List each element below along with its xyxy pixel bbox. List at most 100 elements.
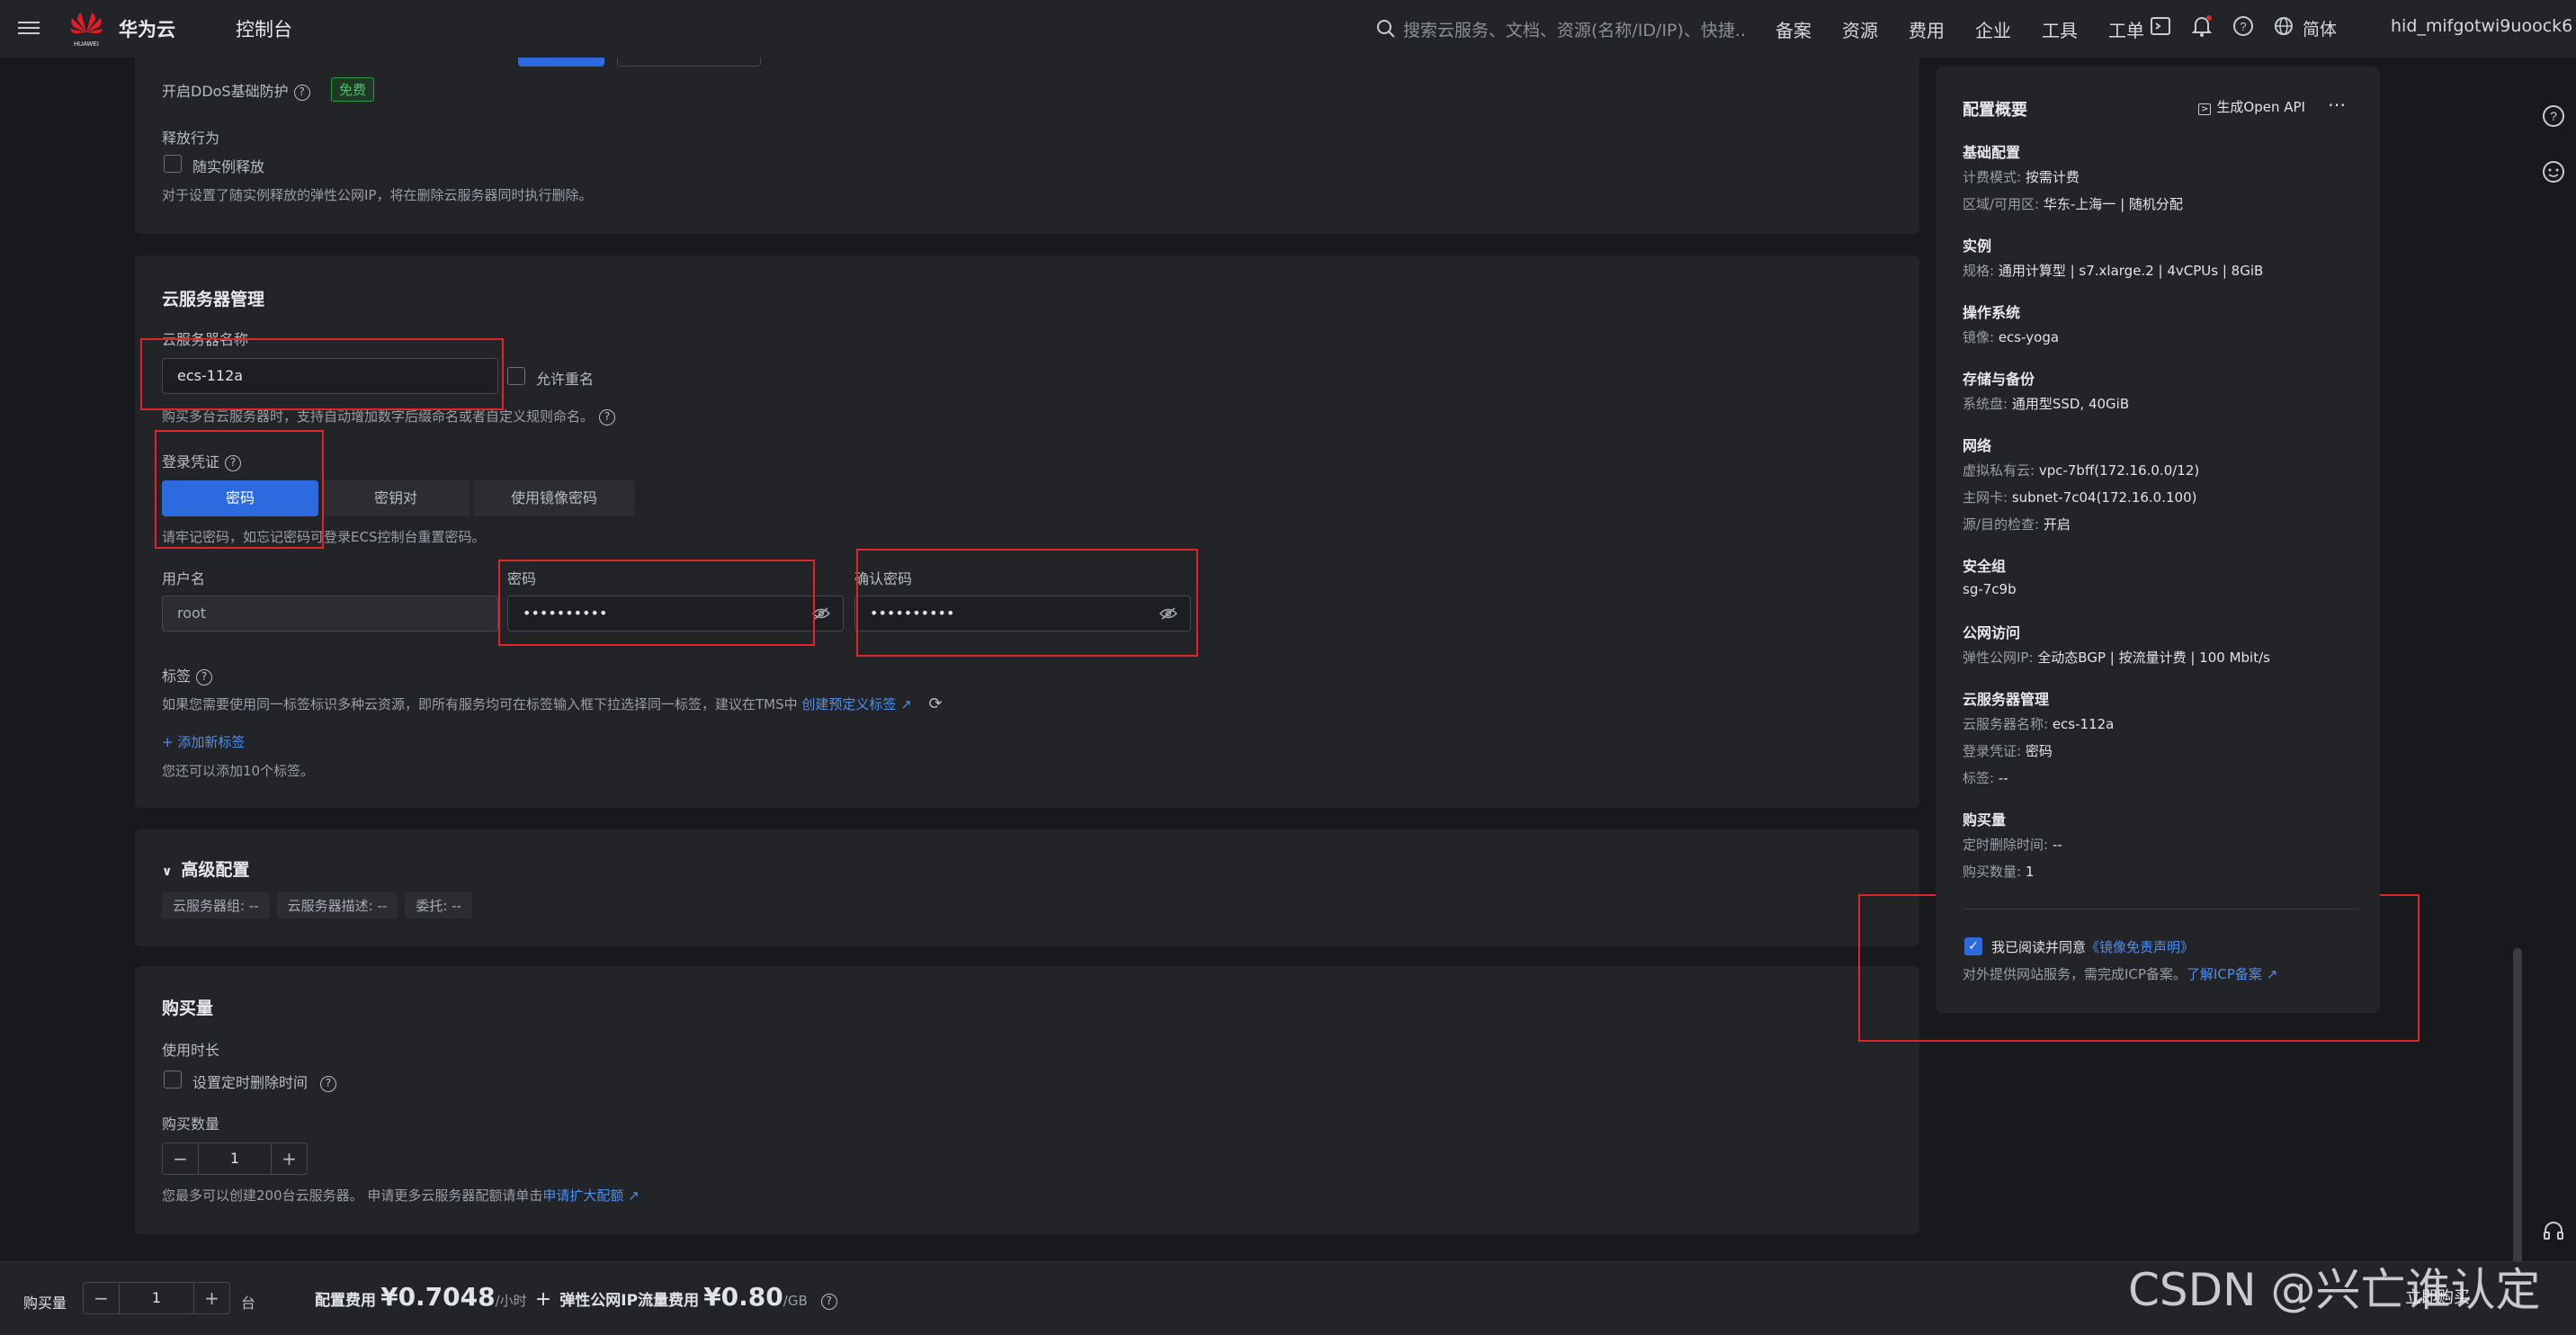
summary-purchase-title: 购买量	[1963, 811, 2007, 829]
globe-icon[interactable]	[2274, 16, 2294, 36]
plus-sign: +	[534, 1288, 552, 1311]
help-icon[interactable]: ?	[320, 1075, 337, 1092]
summary-instance-title: 实例	[1963, 237, 1992, 255]
tag-label: 标签?	[162, 664, 213, 685]
summary-row: 登录凭证: 密码	[1963, 743, 2053, 759]
server-mgmt-title: 云服务器管理	[162, 290, 265, 309]
free-badge: 免费	[331, 77, 375, 102]
svg-text:HUAWEI: HUAWEI	[74, 41, 99, 48]
disclaimer-link[interactable]: 《镜像免责声明》	[2086, 939, 2194, 955]
advanced-toggle[interactable]: ∨ 高级配置	[162, 856, 249, 881]
bell-icon[interactable]	[2191, 14, 2213, 38]
summary-row: 规格: 通用计算型 | s7.xlarge.2 | 4vCPUs | 8GiB	[1963, 263, 2264, 279]
allow-duplicate-label: 允许重名	[536, 371, 595, 388]
advanced-summary-tags: 云服务器组: -- 云服务器描述: -- 委托: --	[162, 892, 479, 918]
summary-row: 购买数量: 1	[1963, 864, 2035, 880]
terminal-icon[interactable]	[2150, 15, 2171, 37]
summary-row: 云服务器名称: ecs-112a	[1963, 716, 2115, 732]
eye-off-icon[interactable]	[812, 607, 830, 620]
help-icon[interactable]: ?	[599, 408, 616, 426]
plus-icon: +	[162, 734, 178, 750]
eip-fee-label: 弹性公网IP流量费用	[559, 1292, 700, 1310]
ddos-label: 开启DDoS基础防护?	[162, 79, 310, 101]
bottom-unit: 台	[241, 1295, 256, 1312]
feedback-icon[interactable]	[2542, 160, 2565, 184]
annotation-credential	[155, 430, 324, 549]
bottom-qty-stepper: − 1 +	[83, 1282, 230, 1314]
help-icon[interactable]: ?	[293, 84, 310, 101]
nav-beian[interactable]: 备案	[1775, 16, 1811, 42]
tag-limit: 您还可以添加10个标签。	[162, 763, 315, 779]
username-label: 用户名	[162, 570, 206, 587]
server-group-tag: 云服务器组: --	[162, 892, 270, 918]
huawei-logo[interactable]: HUAWEI	[68, 9, 104, 49]
eip-fee-price: ¥0.80	[703, 1282, 783, 1312]
plus-button[interactable]: +	[271, 1143, 307, 1174]
summary-os-title: 操作系统	[1963, 304, 2021, 321]
svg-text:?: ?	[2240, 20, 2246, 33]
timed-delete-checkbox[interactable]	[164, 1071, 182, 1089]
summary-row: 标签: --	[1963, 770, 2008, 786]
minus-button[interactable]: −	[163, 1143, 199, 1174]
config-summary-panel: 配置概要 > 生成Open API ⋯ 基础配置 计费模式: 按需计费 区域/可用…	[1936, 67, 2380, 1013]
minus-button[interactable]: −	[84, 1283, 120, 1313]
open-api-button[interactable]: > 生成Open API	[2198, 97, 2305, 116]
more-icon[interactable]: ⋯	[2328, 94, 2346, 115]
nav-tools[interactable]: 工具	[2042, 16, 2078, 42]
scrollbar-thumb[interactable]	[2513, 948, 2522, 1290]
summary-row: 虚拟私有云: vpc-7bff(172.16.0.0/12)	[1963, 462, 2200, 479]
summary-row: 弹性公网IP: 全动态BGP | 按流量计费 | 100 Mbit/s	[1963, 650, 2270, 666]
purchase-title: 购买量	[162, 999, 214, 1018]
nav-tickets[interactable]: 工单	[2108, 16, 2144, 42]
agree-checkbox[interactable]: ✓	[1964, 937, 1982, 955]
external-link-icon[interactable]: ↗	[900, 696, 912, 712]
summary-public-title: 公网访问	[1963, 624, 2021, 641]
nav-billing[interactable]: 费用	[1909, 16, 1945, 42]
external-link-icon[interactable]: ↗	[628, 1187, 640, 1204]
summary-storage-title: 存储与备份	[1963, 371, 2035, 388]
headset-icon[interactable]	[2542, 1220, 2565, 1243]
qty-limit-text: 您最多可以创建200台云服务器。 申请更多云服务器配额请单击申请扩大配额 ↗	[162, 1187, 640, 1204]
cfg-fee-price: ¥0.7048	[380, 1282, 496, 1312]
qty-label: 购买数量	[162, 1115, 220, 1133]
qty-stepper: − 1 +	[162, 1142, 308, 1175]
create-tag-link[interactable]: 创建预定义标签	[801, 696, 896, 712]
console-link[interactable]: 控制台	[236, 15, 292, 42]
eip-fee-unit: /GB	[783, 1293, 808, 1309]
help-icon[interactable]: ?	[196, 668, 213, 685]
search-icon	[1377, 20, 1395, 38]
summary-server-title: 云服务器管理	[1963, 691, 2050, 708]
annotation-password	[498, 560, 815, 646]
nav-enterprise[interactable]: 企业	[1975, 16, 2011, 42]
bottom-qty-input[interactable]: 1	[120, 1283, 193, 1313]
icp-link[interactable]: 了解ICP备案	[2187, 966, 2262, 982]
refresh-icon[interactable]: ⟳	[929, 694, 943, 713]
menu-icon[interactable]	[18, 18, 40, 40]
terminal-icon: >	[2198, 103, 2212, 115]
summary-row: 计费模式: 按需计费	[1963, 169, 2080, 185]
summary-sg-title: 安全组	[1963, 558, 2007, 575]
external-link-icon[interactable]: ↗	[2267, 966, 2278, 982]
help-icon[interactable]: ?	[2542, 104, 2565, 128]
language-switch[interactable]: 简体	[2303, 16, 2337, 40]
global-search[interactable]: 搜索云服务、文档、资源(名称/ID/IP)、快捷...	[1376, 14, 1745, 43]
summary-row: sg-7c9b	[1963, 581, 2017, 597]
advanced-config-card: ∨ 高级配置 云服务器组: -- 云服务器描述: -- 委托: --	[135, 829, 1919, 946]
help-icon[interactable]: ?	[2232, 15, 2254, 37]
summary-basic-title: 基础配置	[1963, 144, 2021, 161]
add-tag-button[interactable]: + 添加新标签	[162, 732, 245, 751]
quota-link[interactable]: 申请扩大配额	[542, 1187, 623, 1204]
brand-name[interactable]: 华为云	[119, 15, 175, 42]
bottom-qty-label: 购买量	[23, 1295, 67, 1312]
qty-input[interactable]: 1	[199, 1143, 271, 1174]
tab-keypair[interactable]: 密钥对	[322, 480, 470, 516]
help-icon[interactable]: ?	[820, 1293, 837, 1310]
top-navbar: HUAWEI 华为云 控制台 搜索云服务、文档、资源(名称/ID/IP)、快捷.…	[0, 0, 2576, 58]
tab-image-password[interactable]: 使用镜像密码	[473, 480, 635, 516]
release-checkbox[interactable]	[164, 155, 182, 173]
user-account[interactable]: hid_mifgotwi9uoock6	[2391, 16, 2572, 36]
allow-duplicate-checkbox[interactable]	[507, 367, 525, 385]
plus-button[interactable]: +	[193, 1283, 229, 1313]
annotation-confirm-password	[856, 549, 1198, 657]
nav-resources[interactable]: 资源	[1842, 16, 1878, 42]
